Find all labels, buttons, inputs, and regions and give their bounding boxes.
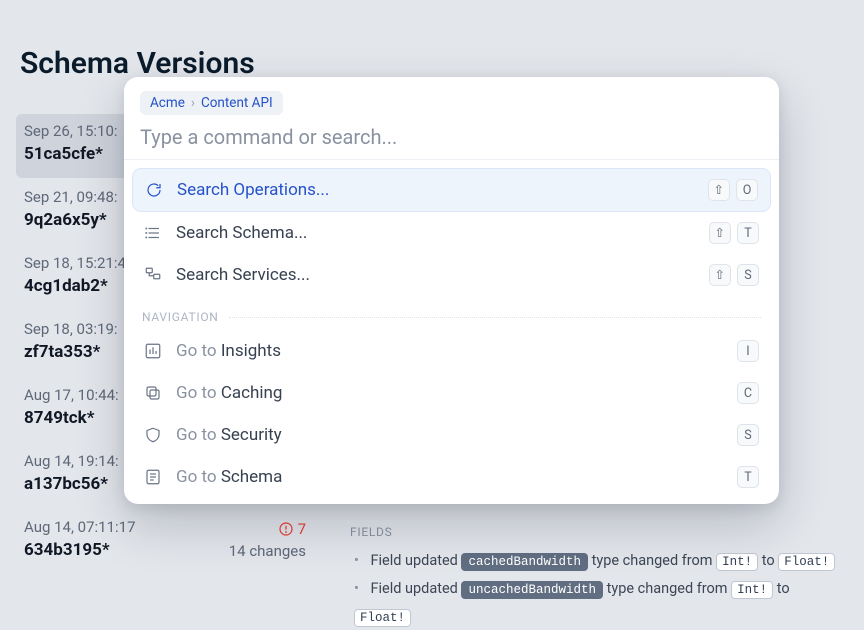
page-title: Schema Versions [20, 46, 255, 81]
key: S [737, 264, 759, 286]
shift-key-icon: ⇧ [709, 264, 731, 286]
navigation-section-label: NAVIGATION [124, 296, 779, 330]
shortcut: C [737, 382, 759, 404]
alert-circle-icon [278, 521, 294, 537]
cmd-goto-schema[interactable]: Go to Schema T [132, 456, 771, 498]
list-icon [144, 224, 162, 242]
breadcrumb-org: Acme [150, 95, 185, 111]
breadcrumb[interactable]: Acme › Content API [140, 91, 283, 115]
chart-icon [144, 342, 162, 360]
key: C [737, 382, 759, 404]
copy-icon [144, 384, 162, 402]
fields-section-label: FIELDS [350, 525, 850, 539]
changes-count: 14 changes [229, 542, 306, 560]
document-icon [144, 468, 162, 486]
field-change-row: Field updated uncachedBandwidth type cha… [350, 575, 850, 630]
cmd-goto-security[interactable]: Go to Security S [132, 414, 771, 456]
command-search-input[interactable] [140, 125, 763, 149]
shortcut: ⇧ S [709, 264, 759, 286]
key: I [737, 340, 759, 362]
refresh-icon [145, 181, 163, 199]
field-change-row: Field updated cachedBandwidth type chang… [350, 547, 850, 575]
shortcut: ⇧ T [709, 222, 759, 244]
key: S [737, 424, 759, 446]
cmd-label: Search Services... [176, 265, 695, 285]
field-name-pill: uncachedBandwidth [461, 581, 603, 599]
type-to: Float! [354, 609, 411, 627]
field-name-pill: cachedBandwidth [461, 553, 588, 571]
key: T [737, 466, 759, 488]
version-item[interactable]: Aug 14, 07:11:17 634b3195* 7 14 changes [16, 510, 316, 574]
breadcrumb-project: Content API [201, 95, 273, 111]
cmd-search-schema[interactable]: Search Schema... ⇧ T [132, 212, 771, 254]
type-from: Int! [716, 553, 758, 571]
type-to: Float! [778, 553, 835, 571]
shield-icon [144, 426, 162, 444]
cmd-label: Go to Schema [176, 467, 723, 487]
shortcut: T [737, 466, 759, 488]
error-count: 7 [278, 520, 306, 538]
cmd-label: Search Operations... [177, 180, 694, 200]
cmd-goto-caching[interactable]: Go to Caching C [132, 372, 771, 414]
fields-panel: FIELDS Field updated cachedBandwidth typ… [350, 525, 850, 630]
key: O [736, 179, 758, 201]
command-palette: Acme › Content API Search Operations... … [124, 77, 779, 504]
type-from: Int! [731, 581, 773, 599]
chevron-right-icon: › [191, 95, 195, 111]
shortcut: S [737, 424, 759, 446]
shortcut: ⇧ O [708, 179, 758, 201]
cmd-search-services[interactable]: Search Services... ⇧ S [132, 254, 771, 296]
shift-key-icon: ⇧ [708, 179, 730, 201]
key: T [737, 222, 759, 244]
cmd-search-operations[interactable]: Search Operations... ⇧ O [132, 168, 771, 212]
cmd-label: Go to Insights [176, 341, 723, 361]
cmd-label: Search Schema... [176, 223, 695, 243]
shortcut: I [737, 340, 759, 362]
services-icon [144, 266, 162, 284]
shift-key-icon: ⇧ [709, 222, 731, 244]
cmd-goto-insights[interactable]: Go to Insights I [132, 330, 771, 372]
cmd-label: Go to Security [176, 425, 723, 445]
cmd-label: Go to Caching [176, 383, 723, 403]
